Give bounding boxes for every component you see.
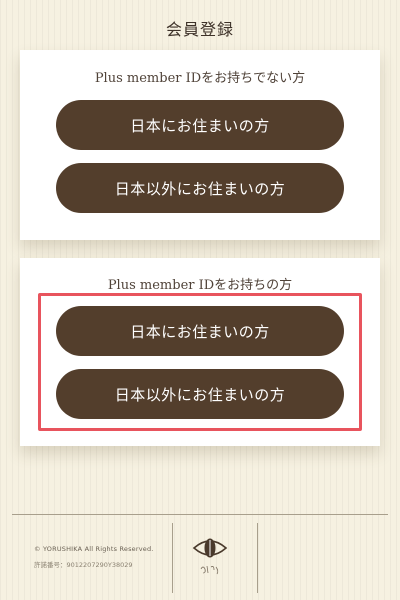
footer-divider-left — [172, 523, 173, 593]
section-no-member-id: Plus member IDをお持ちでない方 日本にお住まいの方 日本以外にお住… — [20, 50, 380, 240]
section-heading: Plus member IDをお持ちの方 — [107, 278, 293, 293]
copyright-text: © YORUSHIKA All Rights Reserved. — [34, 545, 154, 553]
page-title: 会員登録 — [165, 20, 234, 39]
member-reside-outside-japan-button[interactable]: 日本以外にお住まいの方 — [56, 369, 344, 419]
section-has-member-id: Plus member IDをお持ちの方 日本にお住まいの方 日本以外にお住まい… — [20, 258, 380, 446]
yorushika-eye-logo-icon — [192, 538, 228, 575]
license-number: 許諾番号：9012207290Y38029 — [34, 561, 133, 569]
section-heading: Plus member IDをお持ちでない方 — [94, 71, 306, 86]
member-reside-in-japan-button[interactable]: 日本にお住まいの方 — [56, 306, 344, 356]
footer-divider-right — [257, 523, 258, 593]
footer-divider — [12, 514, 388, 515]
reside-in-japan-button[interactable]: 日本にお住まいの方 — [56, 100, 344, 150]
reside-outside-japan-button[interactable]: 日本以外にお住まいの方 — [56, 163, 344, 213]
